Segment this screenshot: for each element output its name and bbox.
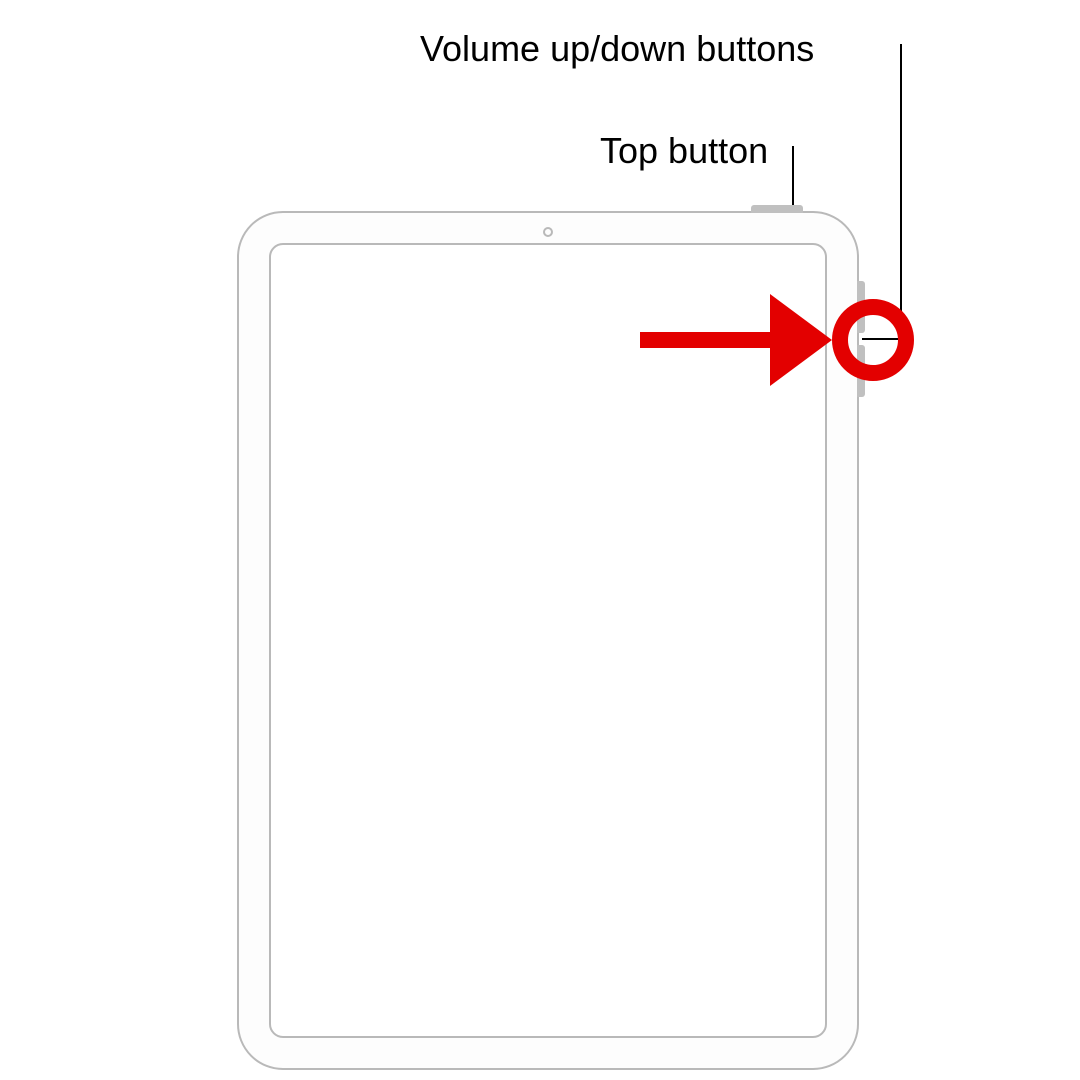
diagram-canvas: Volume up/down buttons Top button — [0, 0, 1080, 1080]
leader-line-volume-vertical — [900, 44, 902, 340]
label-volume-buttons: Volume up/down buttons — [420, 28, 814, 70]
arrow-shaft — [640, 332, 790, 348]
leader-line-top-button — [792, 146, 794, 206]
front-camera-icon — [543, 227, 553, 237]
label-top-button: Top button — [600, 130, 768, 172]
arrow-icon — [640, 294, 840, 384]
highlight-circle-icon — [832, 299, 914, 381]
top-button-icon — [751, 205, 803, 213]
arrow-head — [770, 294, 832, 386]
